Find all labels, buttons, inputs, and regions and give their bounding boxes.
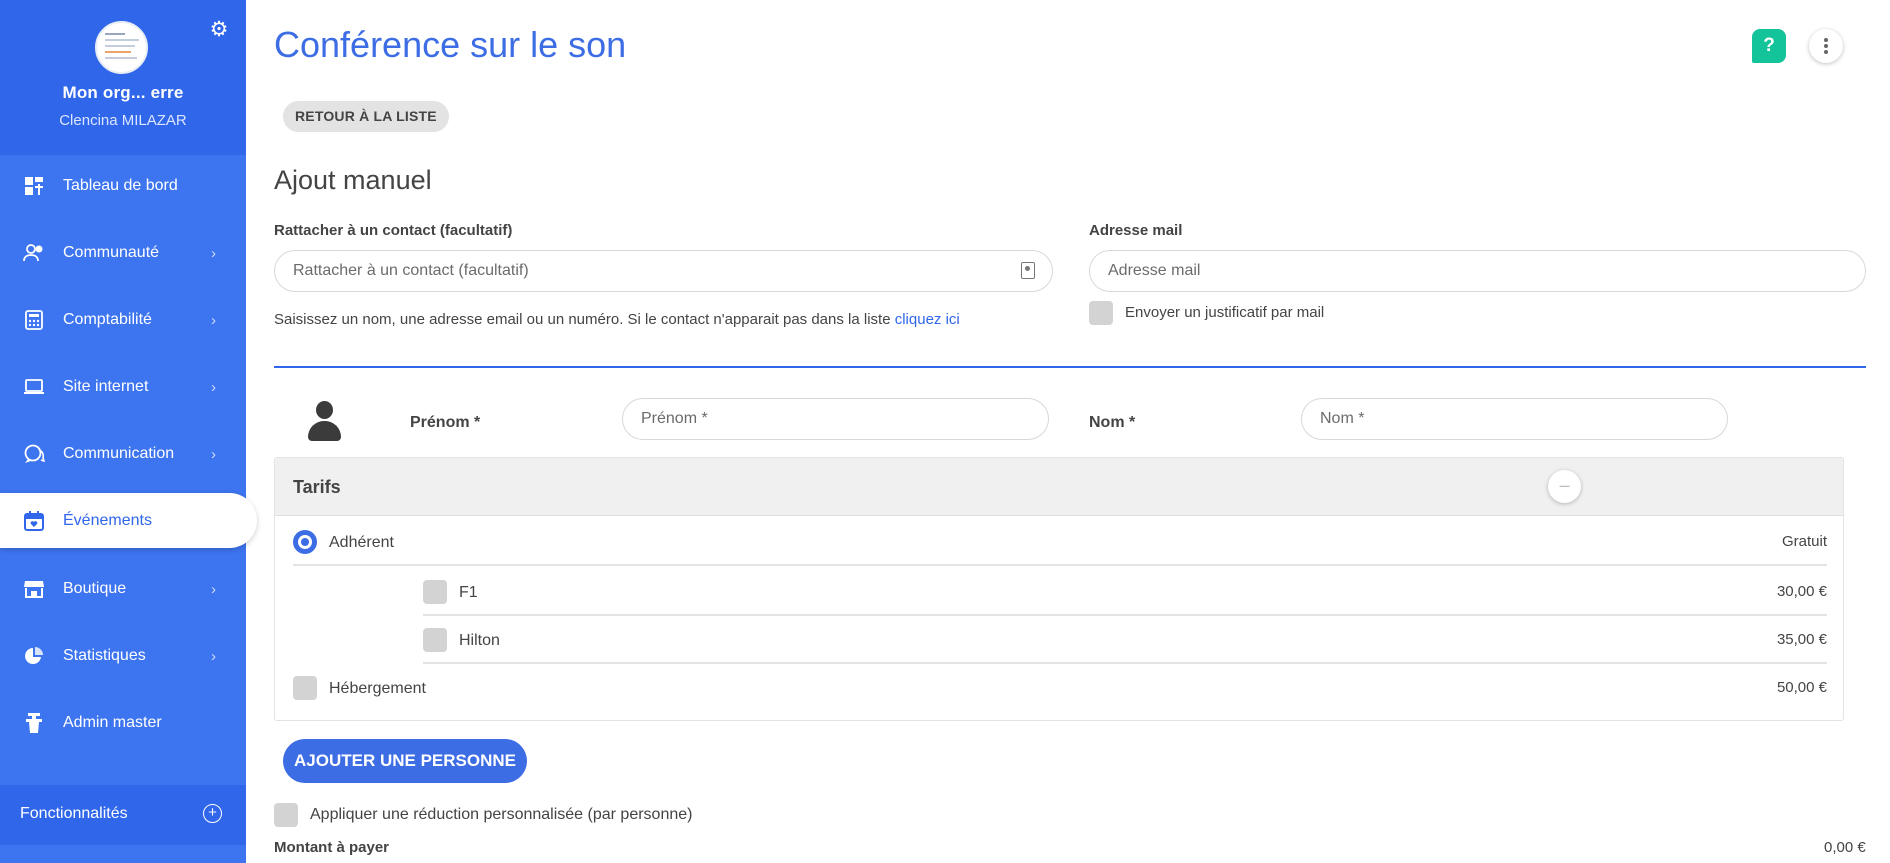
organization-logo[interactable] [95,21,148,74]
tarif-label: Hébergement [329,680,426,697]
tarifs-title: Tarifs [293,477,341,497]
laptop-icon [22,375,46,399]
help-button[interactable]: ? [1752,29,1786,63]
sidebar-item-boutique[interactable]: Boutique › [0,561,246,617]
tarif-row-hilton[interactable]: Hilton 35,00 € [423,616,1827,664]
sidebar-item-label: Communication [63,445,175,462]
users-icon [22,241,46,265]
sidebar-bottom-strip [0,845,246,863]
firstname-label: Prénom * [410,414,481,431]
chevron-right-icon: › [211,244,216,262]
tarif-price: 50,00 € [1776,679,1827,696]
contact-card-icon[interactable] [1021,262,1035,279]
tarif-row-adherent[interactable]: Adhérent Gratuit [293,518,1827,566]
amount-value: 0,00 € [1824,839,1866,856]
section-title: Ajout manuel [274,165,432,195]
chevron-right-icon: › [211,647,216,665]
tarif-label: F1 [459,584,478,601]
pie-chart-icon [22,644,46,668]
sidebar-item-evenements[interactable]: Événements [0,493,257,548]
organization-name[interactable]: Mon org... erre [0,83,246,103]
lastname-label: Nom * [1089,414,1136,431]
gear-icon[interactable]: ⚙ [208,19,230,41]
chevron-right-icon: › [211,311,216,329]
chevron-right-icon: › [211,580,216,598]
more-vertical-icon [1824,38,1828,42]
firstname-field[interactable] [622,398,1049,440]
tarif-checkbox[interactable] [423,580,447,604]
sidebar-item-communication[interactable]: Communication › [0,426,246,482]
tarif-row-f1[interactable]: F1 30,00 € [423,568,1827,616]
sidebar-item-statistiques[interactable]: Statistiques › [0,628,246,684]
more-options-button[interactable] [1809,29,1843,63]
dashboard-icon [22,174,46,198]
tarifs-header[interactable]: Tarifs [275,458,1843,516]
person-icon [307,401,341,441]
sidebar-item-label: Événements [63,511,152,529]
sidebar-header: ⚙ Mon org... erre Clencina MILAZAR [0,0,246,155]
calendar-icon [22,509,46,533]
tarifs-panel: Tarifs Adhérent Gratuit F1 30,00 € Hilto… [274,457,1844,721]
back-to-list-button[interactable]: RETOUR À LA LISTE [283,101,449,132]
features-label: Fonctionnalités [20,805,128,822]
contact-search-input[interactable] [274,250,1053,292]
sidebar-item-label: Statistiques [63,647,146,664]
sidebar-item-label: Comptabilité [63,311,152,328]
send-receipt-label[interactable]: Envoyer un justificatif par mail [1125,304,1324,321]
tarif-label: Adhérent [329,534,394,551]
sidebar-item-label: Communauté [63,244,160,261]
tarif-checkbox[interactable] [293,676,317,700]
tarif-price: 30,00 € [1776,583,1827,600]
sidebar-item-site-internet[interactable]: Site internet › [0,359,246,415]
click-here-link[interactable]: cliquez ici [895,311,960,328]
page-title: Conférence sur le son [274,24,627,65]
form-divider [274,366,1866,368]
admin-icon [22,711,46,735]
chevron-right-icon: › [211,445,216,463]
email-label: Adresse mail [1089,222,1183,239]
store-icon [22,577,46,601]
sidebar-item-communaute[interactable]: Communauté › [0,225,246,281]
add-person-button[interactable]: AJOUTER UNE PERSONNE [283,739,527,783]
plus-circle-icon[interactable]: + [203,804,222,823]
tarif-label: Hilton [459,632,500,649]
sidebar-item-comptabilite[interactable]: Comptabilité › [0,292,246,348]
collapse-icon[interactable]: – [1548,470,1581,503]
tarif-price: 35,00 € [1776,631,1827,648]
amount-label: Montant à payer [274,839,390,856]
sidebar-item-label: Tableau de bord [63,177,178,194]
tarif-row-hebergement[interactable]: Hébergement 50,00 € [293,664,1827,712]
discount-label[interactable]: Appliquer une réduction personnalisée (p… [310,806,692,824]
calculator-icon [22,308,46,332]
contact-label: Rattacher à un contact (facultatif) [274,222,513,239]
chevron-right-icon: › [211,378,216,396]
sidebar-footer[interactable]: Fonctionnalités + [0,785,246,845]
tarif-radio[interactable] [293,530,317,554]
sidebar-item-admin-master[interactable]: Admin master [0,695,246,751]
sidebar-item-label: Site internet [63,378,149,395]
tarif-price: Gratuit [1781,533,1827,550]
discount-checkbox[interactable] [274,803,298,827]
sidebar-item-label: Admin master [63,714,162,731]
contact-help-text: Saisissez un nom, une adresse email ou u… [274,311,960,328]
sidebar-item-label: Boutique [63,580,127,597]
lastname-field[interactable] [1301,398,1728,440]
chat-icon [22,442,46,466]
email-field[interactable] [1089,250,1866,292]
sidebar-item-tableau-de-bord[interactable]: Tableau de bord [0,158,246,214]
sidebar: ⚙ Mon org... erre Clencina MILAZAR Table… [0,0,257,863]
tarif-checkbox[interactable] [423,628,447,652]
user-name: Clencina MILAZAR [59,112,187,129]
send-receipt-checkbox[interactable] [1089,301,1113,325]
